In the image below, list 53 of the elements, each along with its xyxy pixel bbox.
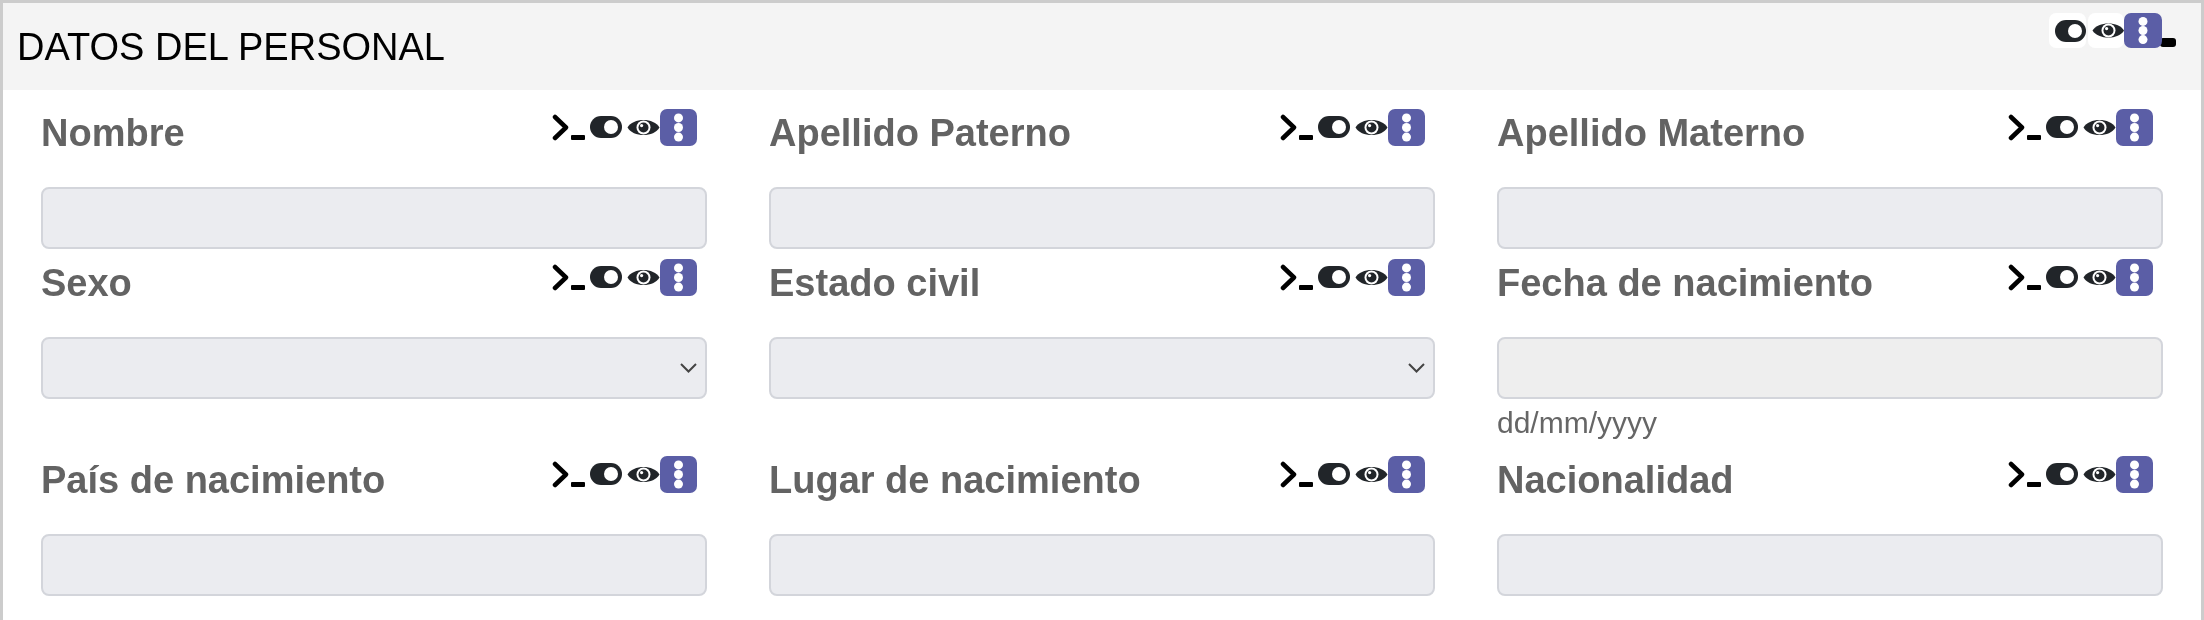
field-label: Apellido Materno xyxy=(1497,111,1806,155)
date-format-hint: dd/mm/yyyy xyxy=(1497,405,1659,441)
chevron-icon xyxy=(680,363,697,373)
kebab-menu-icon[interactable] xyxy=(2116,108,2153,146)
kebab-menu-icon[interactable] xyxy=(2124,13,2162,48)
toggle-icon[interactable] xyxy=(2046,266,2078,288)
toggle-icon[interactable] xyxy=(590,266,622,288)
toggle-icon[interactable] xyxy=(1318,116,1350,138)
kebab-menu-icon[interactable] xyxy=(660,455,697,493)
field-label: Lugar de nacimiento xyxy=(769,458,1141,502)
field-label: Sexo xyxy=(41,261,132,305)
terminal-icon[interactable] xyxy=(2008,460,2042,488)
text-field[interactable] xyxy=(1497,534,2163,596)
kebab-menu-icon[interactable] xyxy=(1388,108,1425,146)
text-field[interactable] xyxy=(41,534,707,596)
select-field[interactable] xyxy=(769,337,1435,399)
select-field[interactable] xyxy=(41,337,707,399)
terminal-icon[interactable] xyxy=(2008,113,2042,141)
field-label: Nacionalidad xyxy=(1497,458,1734,502)
text-field[interactable] xyxy=(769,534,1435,596)
eye-icon[interactable] xyxy=(2088,13,2124,48)
terminal-icon[interactable] xyxy=(552,460,586,488)
toggle-icon[interactable] xyxy=(2046,116,2078,138)
terminal-icon[interactable] xyxy=(552,263,586,291)
toggle-icon[interactable] xyxy=(1318,266,1350,288)
panel-title: DATOS DEL PERSONAL xyxy=(17,24,445,69)
chevron-icon xyxy=(1408,363,1425,373)
toggle-icon[interactable] xyxy=(590,463,622,485)
text-field[interactable] xyxy=(41,187,707,249)
toggle-icon[interactable] xyxy=(2046,463,2078,485)
toggle-icon[interactable] xyxy=(2049,13,2086,48)
field-label: Estado civil xyxy=(769,261,981,305)
kebab-menu-icon[interactable] xyxy=(1388,455,1425,493)
kebab-menu-icon[interactable] xyxy=(660,108,697,146)
terminal-icon[interactable] xyxy=(1280,263,1314,291)
terminal-icon[interactable] xyxy=(2008,263,2042,291)
text-field[interactable] xyxy=(1497,187,2163,249)
field-label: País de nacimiento xyxy=(41,458,386,502)
kebab-menu-icon[interactable] xyxy=(2116,455,2153,493)
toggle-icon[interactable] xyxy=(1318,463,1350,485)
kebab-menu-icon[interactable] xyxy=(2116,258,2153,296)
kebab-menu-icon[interactable] xyxy=(1388,258,1425,296)
kebab-menu-icon[interactable] xyxy=(660,258,697,296)
field-label: Nombre xyxy=(41,111,185,155)
underscore-icon[interactable] xyxy=(2160,38,2176,47)
text-field[interactable] xyxy=(769,187,1435,249)
field-label: Fecha de nacimiento xyxy=(1497,261,1873,305)
field-label: Apellido Paterno xyxy=(769,111,1071,155)
toggle-icon[interactable] xyxy=(590,116,622,138)
terminal-icon[interactable] xyxy=(1280,113,1314,141)
date-field[interactable] xyxy=(1497,337,2163,399)
terminal-icon[interactable] xyxy=(1280,460,1314,488)
terminal-icon[interactable] xyxy=(552,113,586,141)
